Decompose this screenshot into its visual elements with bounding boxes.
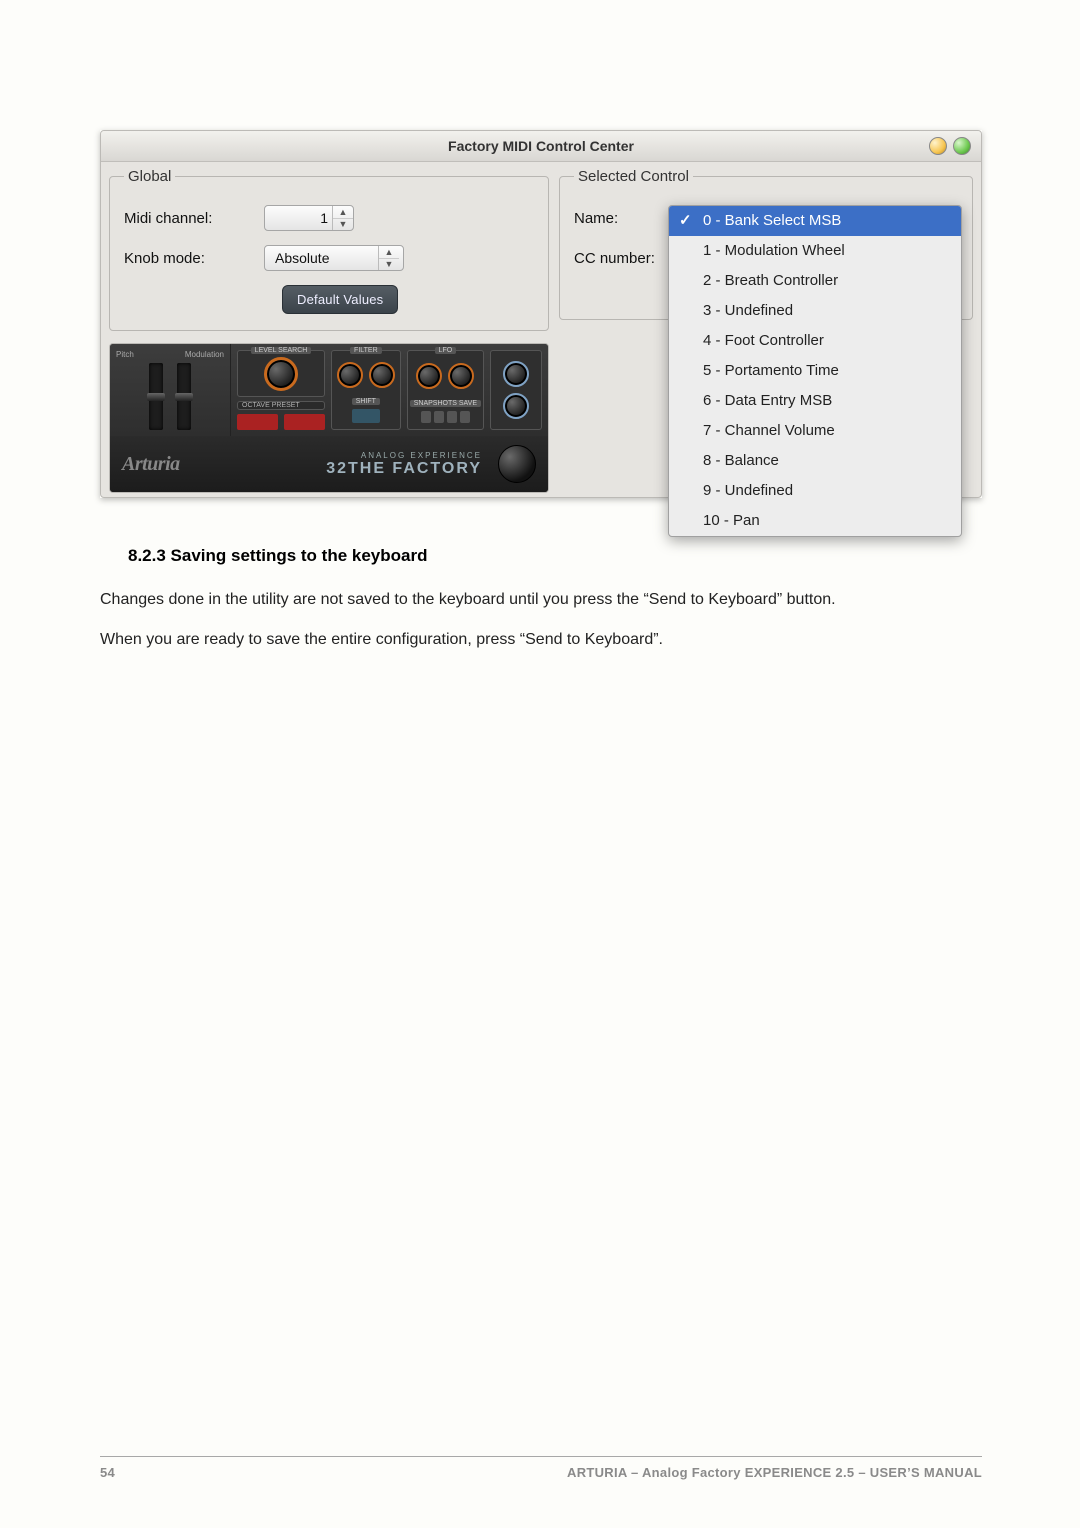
cc-option-5[interactable]: 5 - Portamento Time <box>669 356 961 386</box>
global-group: Global Midi channel: 1 ▲ ▼ <box>109 168 549 331</box>
global-legend: Global <box>124 168 175 185</box>
page-number: 54 <box>100 1465 115 1480</box>
app-screenshot: Factory MIDI Control Center Global Midi … <box>100 130 982 498</box>
knob-cutoff[interactable] <box>337 362 363 388</box>
window-titlebar: Factory MIDI Control Center <box>101 131 981 162</box>
hw-snapshots-label: SNAPSHOTS SAVE <box>410 400 481 407</box>
stepper-up-icon[interactable]: ▲ <box>333 206 353 219</box>
stepper-up-icon[interactable]: ▲ <box>379 246 399 259</box>
knob-mode-label: Knob mode: <box>124 250 264 267</box>
cc-option-3[interactable]: 3 - Undefined <box>669 296 961 326</box>
mod-wheel[interactable] <box>177 363 191 430</box>
snapshot-4-button[interactable] <box>460 411 470 423</box>
window-zoom-icon[interactable] <box>953 137 971 155</box>
cc-option-2[interactable]: 2 - Breath Controller <box>669 266 961 296</box>
window-minimize-icon[interactable] <box>929 137 947 155</box>
knob-lfo-amount[interactable] <box>448 363 474 389</box>
stepper-down-icon[interactable]: ▼ <box>379 259 399 271</box>
cc-option-6[interactable]: 6 - Data Entry MSB <box>669 386 961 416</box>
hw-filter-label: FILTER <box>350 347 382 354</box>
midi-channel-label: Midi channel: <box>124 210 264 227</box>
octave-up-button[interactable] <box>284 414 325 430</box>
cc-option-4[interactable]: 4 - Foot Controller <box>669 326 961 356</box>
shift-button[interactable] <box>352 409 380 423</box>
cc-option-8[interactable]: 8 - Balance <box>669 446 961 476</box>
midi-channel-stepper[interactable]: 1 ▲ ▼ <box>264 205 354 231</box>
octave-down-button[interactable] <box>237 414 278 430</box>
window-title: Factory MIDI Control Center <box>448 138 634 154</box>
footer-title: ARTURIA – Analog Factory EXPERIENCE 2.5 … <box>567 1465 982 1480</box>
hw-lfo-label: LFO <box>435 347 457 354</box>
hw-shift-label: SHIFT <box>352 398 380 405</box>
cc-option-7[interactable]: 7 - Channel Volume <box>669 416 961 446</box>
pitch-wheel[interactable] <box>149 363 163 430</box>
hw-pitch-label: Pitch <box>116 350 134 359</box>
cc-option-10[interactable]: 10 - Pan <box>669 506 961 536</box>
snapshot-3-button[interactable] <box>447 411 457 423</box>
hardware-preview: Pitch Modulation <box>109 343 549 493</box>
hw-arturia-logo: Arturia <box>122 453 180 476</box>
knob-param1[interactable] <box>503 361 529 387</box>
hw-product-brand: ANALOG EXPERIENCE 32THE FACTORY <box>326 451 482 478</box>
hw-big-encoder[interactable] <box>498 445 536 483</box>
cc-number-dropdown[interactable]: 0 - Bank Select MSB 1 - Modulation Wheel… <box>668 205 962 537</box>
section-heading: 8.2.3 Saving settings to the keyboard <box>128 546 982 566</box>
paragraph-2: When you are ready to save the entire co… <box>100 628 982 652</box>
hw-octave-preset-label: OCTAVE PRESET <box>237 401 325 410</box>
midi-channel-value: 1 <box>275 210 332 226</box>
knob-mode-value: Absolute <box>275 250 329 266</box>
snapshot-1-button[interactable] <box>421 411 431 423</box>
page-footer: 54 ARTURIA – Analog Factory EXPERIENCE 2… <box>100 1456 982 1480</box>
cc-option-0[interactable]: 0 - Bank Select MSB <box>669 206 961 236</box>
cc-option-1[interactable]: 1 - Modulation Wheel <box>669 236 961 266</box>
hw-level-search-label: LEVEL SEARCH <box>251 347 312 354</box>
paragraph-1: Changes done in the utility are not save… <box>100 588 982 612</box>
knob-mode-select[interactable]: Absolute ▲ ▼ <box>264 245 404 271</box>
knob-resonance[interactable] <box>369 362 395 388</box>
hw-mod-label: Modulation <box>185 350 224 359</box>
snapshot-2-button[interactable] <box>434 411 444 423</box>
default-values-button[interactable]: Default Values <box>282 285 398 314</box>
cc-option-9[interactable]: 9 - Undefined <box>669 476 961 506</box>
knob-level[interactable] <box>264 357 298 391</box>
stepper-down-icon[interactable]: ▼ <box>333 219 353 231</box>
selected-control-legend: Selected Control <box>574 168 693 185</box>
knob-param2[interactable] <box>503 393 529 419</box>
knob-lfo-rate[interactable] <box>416 363 442 389</box>
